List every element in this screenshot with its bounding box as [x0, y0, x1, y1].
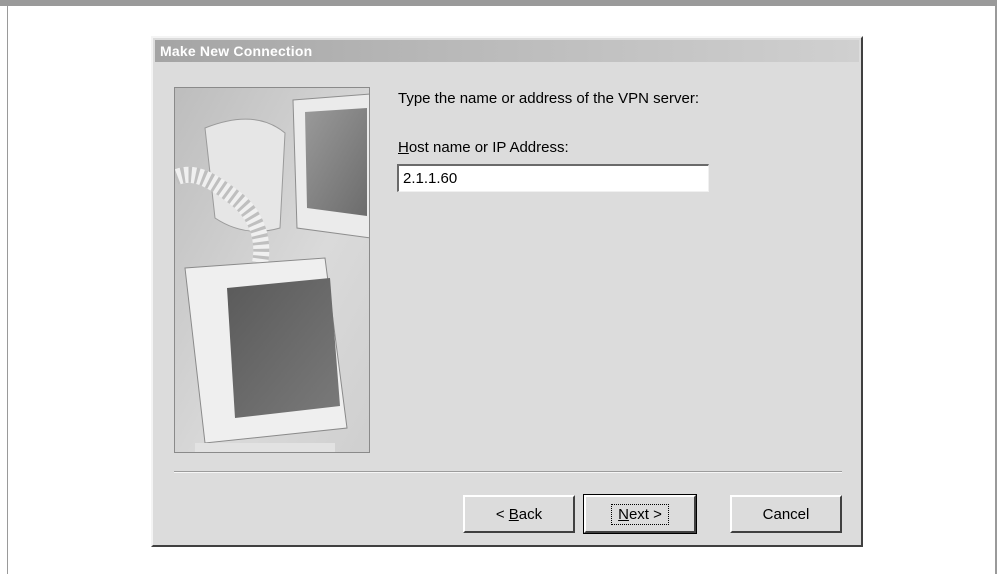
back-button[interactable]: < Back	[463, 495, 575, 533]
monitors-illustration-icon	[175, 88, 369, 452]
host-label-text: ost name or IP Address:	[408, 139, 569, 156]
next-button-label: Next >	[611, 503, 669, 525]
host-label-mnemonic: H	[398, 139, 409, 156]
computer-monitors-illustration	[174, 87, 370, 453]
host-name-input[interactable]	[397, 164, 709, 192]
page-border-left	[7, 6, 8, 574]
page-border-top	[0, 0, 997, 6]
next-text: ext >	[628, 505, 662, 523]
make-new-connection-dialog: Make New Connection Type the name or add…	[151, 36, 863, 547]
back-mnemonic: B	[508, 505, 519, 523]
cancel-button-label: Cancel	[762, 505, 810, 523]
page: Make New Connection Type the name or add…	[0, 0, 997, 574]
back-text: ack	[518, 505, 543, 523]
back-arrow: <	[495, 505, 509, 523]
cancel-button[interactable]: Cancel	[730, 495, 842, 533]
next-mnemonic: N	[618, 505, 629, 523]
host-name-label: Host name or IP Address:	[398, 139, 569, 156]
window-title: Make New Connection	[160, 43, 313, 59]
next-button[interactable]: Next >	[583, 494, 697, 534]
vpn-server-prompt: Type the name or address of the VPN serv…	[398, 90, 699, 107]
titlebar[interactable]: Make New Connection	[155, 40, 859, 62]
back-button-label: < Back	[496, 506, 542, 523]
separator	[174, 471, 842, 473]
